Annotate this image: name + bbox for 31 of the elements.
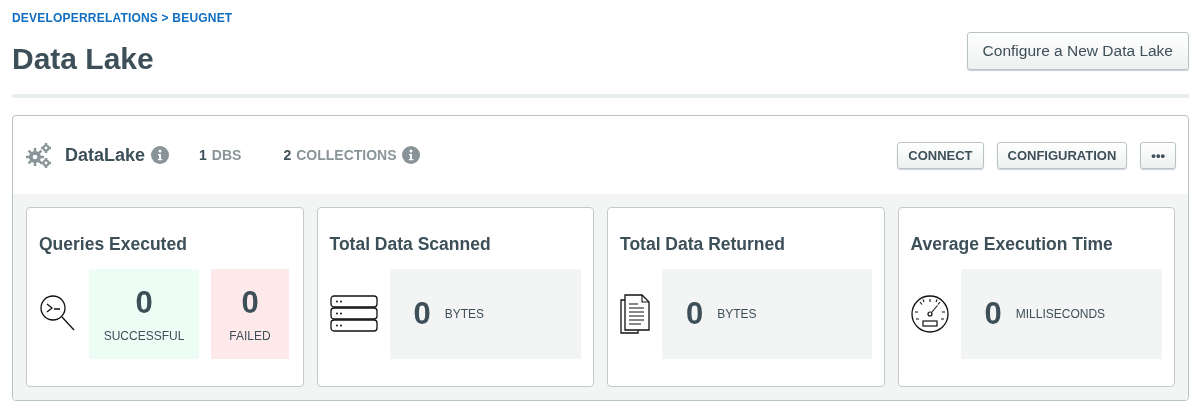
stat-count: 2 — [283, 147, 292, 163]
stat-label: COLLECTIONS — [296, 147, 397, 163]
more-button[interactable]: ••• — [1140, 141, 1176, 169]
stat-label: DBS — [211, 147, 242, 163]
metric-value: 0 — [686, 296, 704, 332]
action-button[interactable]: CONNECT — [897, 141, 984, 169]
card-title: Average Execution Time — [910, 234, 1114, 255]
metric-unit: MILLISECONDS — [1015, 307, 1106, 321]
configure-button[interactable]: Configure a New Data Lake — [966, 32, 1189, 70]
data-lake-name: DataLake — [65, 144, 146, 166]
gears-icon — [25, 142, 53, 168]
metric-unit: BYTES — [717, 307, 757, 321]
breadcrumb[interactable]: DEVELOPERRELATIONS > BEUGNET — [12, 11, 233, 25]
documents-icon — [620, 294, 650, 334]
info-icon[interactable] — [151, 146, 170, 164]
action-button[interactable]: CONFIGURATION — [996, 141, 1128, 169]
metric-value: 0 — [135, 285, 153, 321]
metric-unit: FAILED — [229, 329, 271, 343]
stat-count: 1 — [199, 147, 207, 163]
page-title: Data Lake — [12, 42, 154, 76]
server-stack-icon — [329, 295, 378, 333]
metric-value: 0 — [984, 296, 1002, 332]
metric-value: 0 — [413, 296, 431, 332]
card-title: Total Data Returned — [620, 234, 786, 255]
card-title: Total Data Scanned — [329, 234, 492, 255]
info-icon[interactable] — [401, 146, 420, 164]
metric-unit: SUCCESSFUL — [103, 329, 185, 343]
metric-value: 0 — [241, 285, 259, 321]
card-title: Queries Executed — [39, 234, 188, 255]
gauge-icon — [910, 295, 949, 333]
metric-unit: BYTES — [444, 307, 485, 321]
